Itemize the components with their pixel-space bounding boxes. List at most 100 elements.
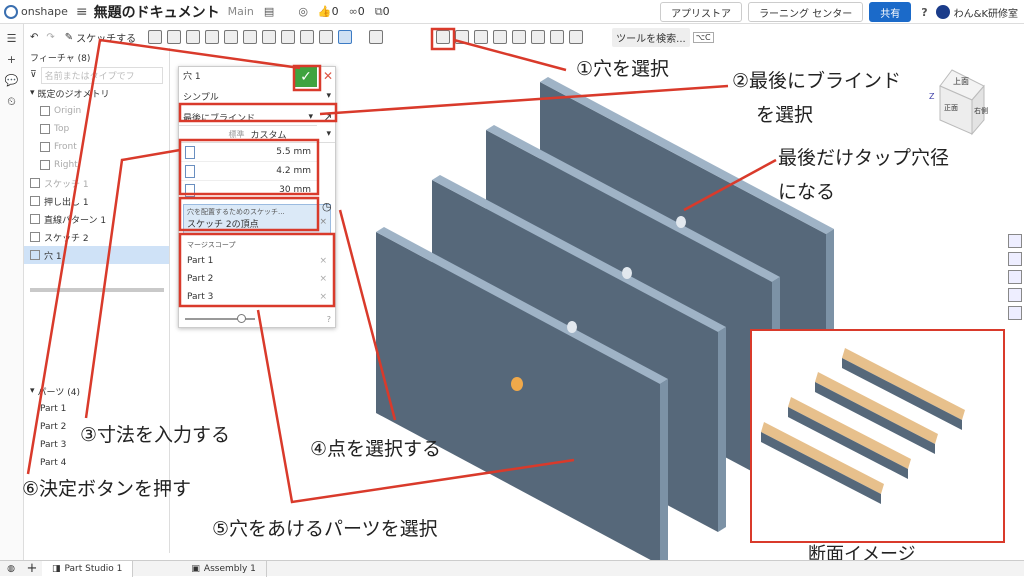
measure-tool-icon[interactable] <box>569 30 584 44</box>
remove-part-icon[interactable]: × <box>319 256 327 266</box>
display-states-icon[interactable] <box>1008 252 1022 266</box>
hole-tool-icon[interactable] <box>338 30 353 44</box>
confirm-button[interactable]: ✓ <box>295 67 317 87</box>
learning-center-button[interactable]: ラーニング センター <box>748 2 864 22</box>
comments-icon[interactable]: 💬 <box>0 74 23 87</box>
dimension-field[interactable]: 4.2 mm <box>179 162 317 181</box>
feature-item[interactable]: 押し出し 1 <box>24 192 169 210</box>
part-item[interactable]: Part 1 <box>24 400 170 418</box>
link-icon[interactable]: ∞ <box>349 5 358 18</box>
menu-icon[interactable]: ≡ <box>76 4 88 20</box>
sketch-icon[interactable]: ✎ <box>65 32 73 43</box>
globe-icon[interactable]: ◎ <box>298 5 308 18</box>
feature-filter[interactable]: ⊽ 名前またはタイプでフ <box>24 66 169 84</box>
sheet-metal-tool-icon[interactable] <box>550 30 565 44</box>
chevron-down-icon[interactable]: ▾ <box>30 88 35 98</box>
feature-item[interactable]: 直線パターン 1 <box>24 210 169 228</box>
thicken-tool-icon[interactable] <box>224 30 239 44</box>
merge-part-item[interactable]: Part 3 × <box>187 288 327 306</box>
undo-icon[interactable]: ↶ <box>30 32 38 43</box>
view-cube-top-label[interactable]: 上面 <box>953 76 969 87</box>
flip-direction-icon[interactable]: ↗ <box>323 111 332 124</box>
dimension-field[interactable]: 30 mm <box>179 181 317 200</box>
versions-icon[interactable]: ▤ <box>264 5 274 18</box>
branch-label[interactable]: Main <box>228 5 254 18</box>
app-store-button[interactable]: アプリストア <box>660 2 743 22</box>
variables-icon[interactable]: + <box>0 53 23 66</box>
transform-tool-icon[interactable] <box>474 30 489 44</box>
view-cube-front-label[interactable]: 正面 <box>944 103 958 113</box>
loft-tool-icon[interactable] <box>205 30 220 44</box>
feature-search-input[interactable]: 名前またはタイプでフ <box>40 66 163 84</box>
chevron-down-icon[interactable]: ▾ <box>30 386 35 396</box>
close-icon[interactable]: ✕ <box>323 69 333 83</box>
feature-item[interactable]: Front <box>24 138 169 156</box>
extrude-tool-icon[interactable] <box>148 30 163 44</box>
add-tab-icon[interactable]: + <box>22 561 42 576</box>
feature-item[interactable]: 穴 1 <box>24 246 169 264</box>
exploded-view-icon[interactable] <box>1008 306 1022 320</box>
named-views-icon[interactable] <box>1008 270 1022 284</box>
hole-type-select[interactable]: シンプル ▾ <box>179 88 335 105</box>
section-view-icon[interactable] <box>1008 288 1022 302</box>
feature-item[interactable]: スケッチ 1 <box>24 174 169 192</box>
feature-list-icon[interactable]: ☰ <box>0 32 23 45</box>
appearance-icon[interactable] <box>1008 234 1022 248</box>
chamfer-tool-icon[interactable] <box>262 30 277 44</box>
mate-connector-tool-icon[interactable] <box>531 30 546 44</box>
panel-scrollbar[interactable] <box>30 288 164 292</box>
revolve-tool-icon[interactable] <box>167 30 182 44</box>
slider-handle[interactable] <box>237 314 246 323</box>
filter-icon[interactable]: ⊽ <box>30 70 37 80</box>
fillet-tool-icon[interactable] <box>243 30 258 44</box>
plate-3[interactable] <box>486 125 780 482</box>
delete-part-tool-icon[interactable] <box>493 30 508 44</box>
plate-4[interactable] <box>540 77 834 434</box>
rib-tool-icon[interactable] <box>300 30 315 44</box>
boolean-tool-icon[interactable] <box>436 30 451 44</box>
help-icon[interactable]: ? <box>921 6 927 19</box>
history-icon[interactable]: ⏲ <box>0 95 23 109</box>
view-cube-right-label[interactable]: 右側 <box>974 106 988 116</box>
feature-item[interactable]: スケッチ 2 <box>24 228 169 246</box>
feature-item[interactable]: Right <box>24 156 169 174</box>
shell-tool-icon[interactable] <box>319 30 334 44</box>
remove-part-icon[interactable]: × <box>319 274 327 284</box>
help-icon[interactable]: ? <box>327 315 331 324</box>
search-tools-button[interactable]: ツールを検索... <box>612 27 690 47</box>
document-title[interactable]: 無題のドキュメント <box>94 2 220 22</box>
tab-part-studio[interactable]: ◨ Part Studio 1 <box>42 560 134 577</box>
tessellation-slider[interactable] <box>185 314 255 323</box>
feature-item[interactable]: Origin <box>24 102 169 120</box>
sketch-point-selected[interactable] <box>511 377 523 391</box>
share-button[interactable]: 共有 <box>869 2 912 22</box>
linear-pattern-tool-icon[interactable] <box>369 30 384 44</box>
parts-header[interactable]: ▾ パーツ (4) <box>24 382 170 400</box>
plate-2[interactable] <box>432 175 726 532</box>
remove-part-icon[interactable]: × <box>319 292 327 302</box>
redo-icon[interactable]: ↷ <box>46 32 54 43</box>
remove-selection-icon[interactable]: × <box>319 217 327 230</box>
split-tool-icon[interactable] <box>455 30 470 44</box>
tab-manager-icon[interactable]: ◍ <box>0 564 22 574</box>
tab-assembly[interactable]: ▣ Assembly 1 <box>181 560 267 577</box>
part-item[interactable]: Part 4 <box>24 454 170 472</box>
end-type-select[interactable]: 最後にブラインド ▾ <box>179 109 317 126</box>
clock-icon[interactable]: ◷ <box>322 200 332 213</box>
sketch-button[interactable]: スケッチする <box>76 30 136 45</box>
sketch-selection-box[interactable]: 穴を配置するためのスケッチ... スケッチ 2の頂点 × <box>183 204 331 234</box>
default-geometry-group[interactable]: ▾ 既定のジオメトリ <box>24 84 169 102</box>
merge-scope[interactable]: マージスコープ Part 1 × Part 2 × Part 3 × <box>183 238 331 308</box>
user-menu[interactable]: わん&K研修室 <box>935 5 1018 20</box>
plate-1[interactable] <box>376 227 668 565</box>
draft-tool-icon[interactable] <box>281 30 296 44</box>
merge-part-item[interactable]: Part 2 × <box>187 270 327 288</box>
dimension-field[interactable]: 5.5 mm <box>179 143 317 162</box>
like-icon[interactable]: 👍 <box>318 5 332 18</box>
merge-part-item[interactable]: Part 1 × <box>187 252 327 270</box>
onshape-logo[interactable]: onshape <box>4 4 68 19</box>
standard-row[interactable]: 標準 カスタム ▾ <box>179 126 335 143</box>
copy-icon[interactable]: ⧉ <box>375 5 383 19</box>
sweep-tool-icon[interactable] <box>186 30 201 44</box>
feature-item[interactable]: Top <box>24 120 169 138</box>
